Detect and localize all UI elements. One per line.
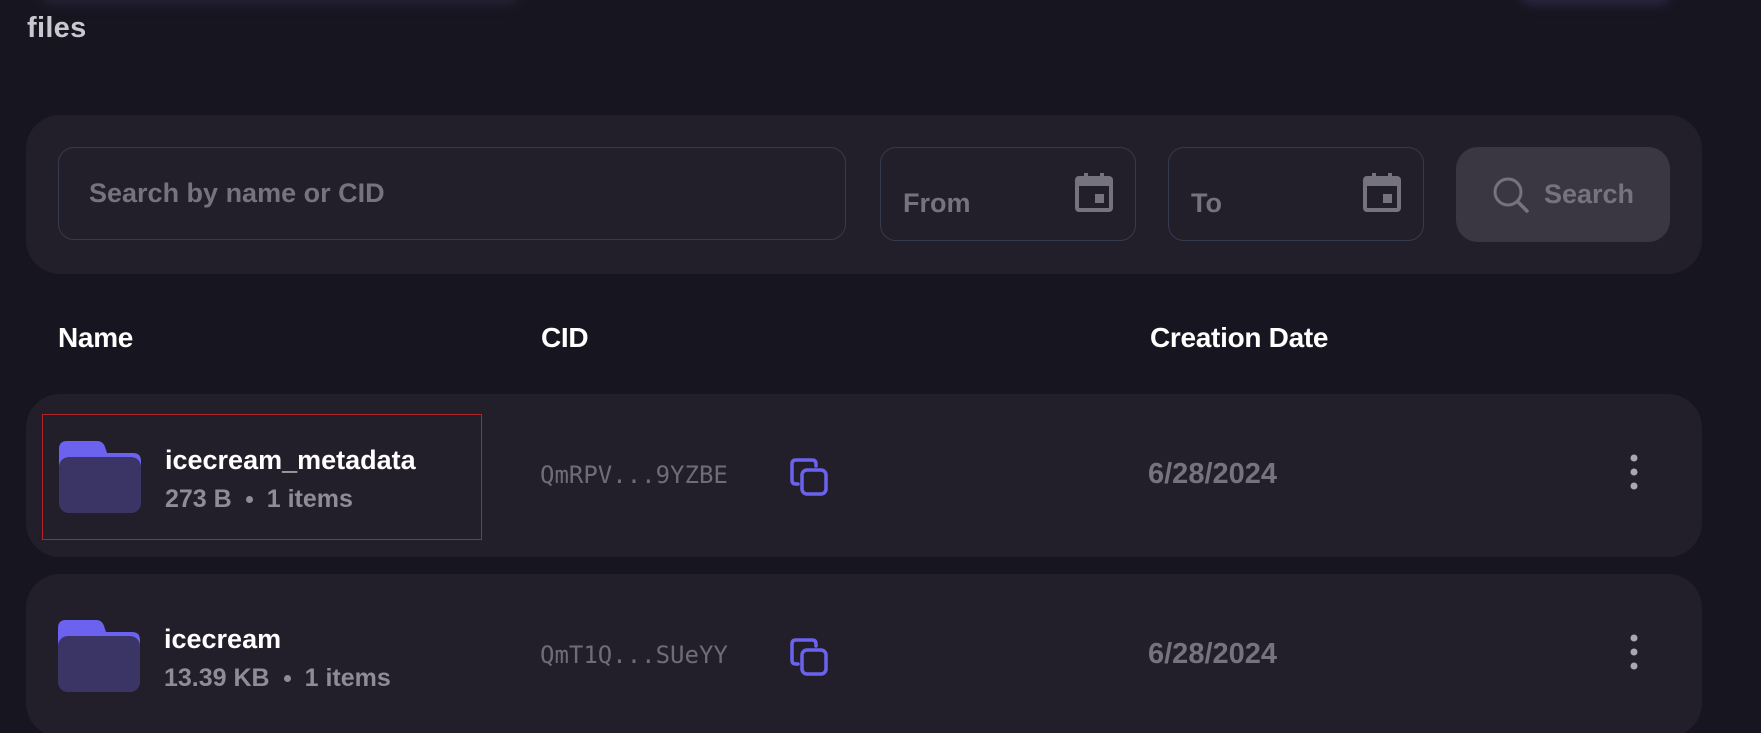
cid-value: QmT1Q...SUeYY: [540, 641, 728, 669]
search-icon: [1493, 177, 1529, 213]
folder-icon: [58, 620, 140, 692]
files-page: files From To: [0, 0, 1761, 733]
creation-date: 6/28/2024: [1148, 638, 1278, 670]
search-button-label: Search: [1543, 179, 1635, 209]
cid-value: QmRPV...9YZBE: [540, 461, 728, 489]
search-input[interactable]: [58, 147, 846, 240]
file-name[interactable]: icecream_metadata: [165, 445, 416, 476]
file-meta: 273 B 1 items: [165, 485, 353, 514]
creation-date: 6/28/2024: [1148, 458, 1278, 490]
name-cell[interactable]: icecream 13.39 KB 1 items: [42, 594, 482, 720]
copy-icon[interactable]: [788, 456, 830, 498]
page-title: files: [27, 12, 87, 44]
copy-icon[interactable]: [788, 636, 830, 678]
file-size: 13.39 KB: [164, 664, 270, 692]
column-header-creation-date[interactable]: Creation Date: [1150, 322, 1328, 354]
date-to-field[interactable]: To: [1168, 147, 1424, 241]
date-to-label: To: [1191, 188, 1222, 218]
column-header-name[interactable]: Name: [58, 322, 133, 354]
calendar-icon[interactable]: [1363, 172, 1401, 212]
more-vertical-icon[interactable]: [1622, 452, 1646, 492]
file-size: 273 B: [165, 485, 232, 513]
top-glow-right: [1520, 0, 1670, 4]
name-cell[interactable]: icecream_metadata 273 B 1 items: [42, 414, 482, 540]
calendar-icon[interactable]: [1075, 172, 1113, 212]
meta-separator-dot: [283, 675, 291, 682]
filter-bar: From To Search: [26, 115, 1702, 274]
table-row[interactable]: icecream_metadata 273 B 1 items QmRPV...…: [26, 394, 1702, 557]
column-header-cid[interactable]: CID: [541, 322, 589, 354]
more-vertical-icon[interactable]: [1622, 632, 1646, 672]
date-from-field[interactable]: From: [880, 147, 1136, 241]
file-item-count: 1 items: [304, 664, 391, 692]
file-item-count: 1 items: [266, 485, 353, 513]
search-button[interactable]: Search: [1456, 147, 1670, 242]
table-row[interactable]: icecream 13.39 KB 1 items QmT1Q...SUeYY …: [26, 574, 1702, 733]
folder-icon: [59, 441, 141, 513]
file-meta: 13.39 KB 1 items: [164, 664, 391, 693]
top-glow-left: [40, 0, 520, 4]
meta-separator-dot: [245, 496, 253, 503]
file-name[interactable]: icecream: [164, 624, 281, 655]
date-from-label: From: [903, 188, 971, 218]
